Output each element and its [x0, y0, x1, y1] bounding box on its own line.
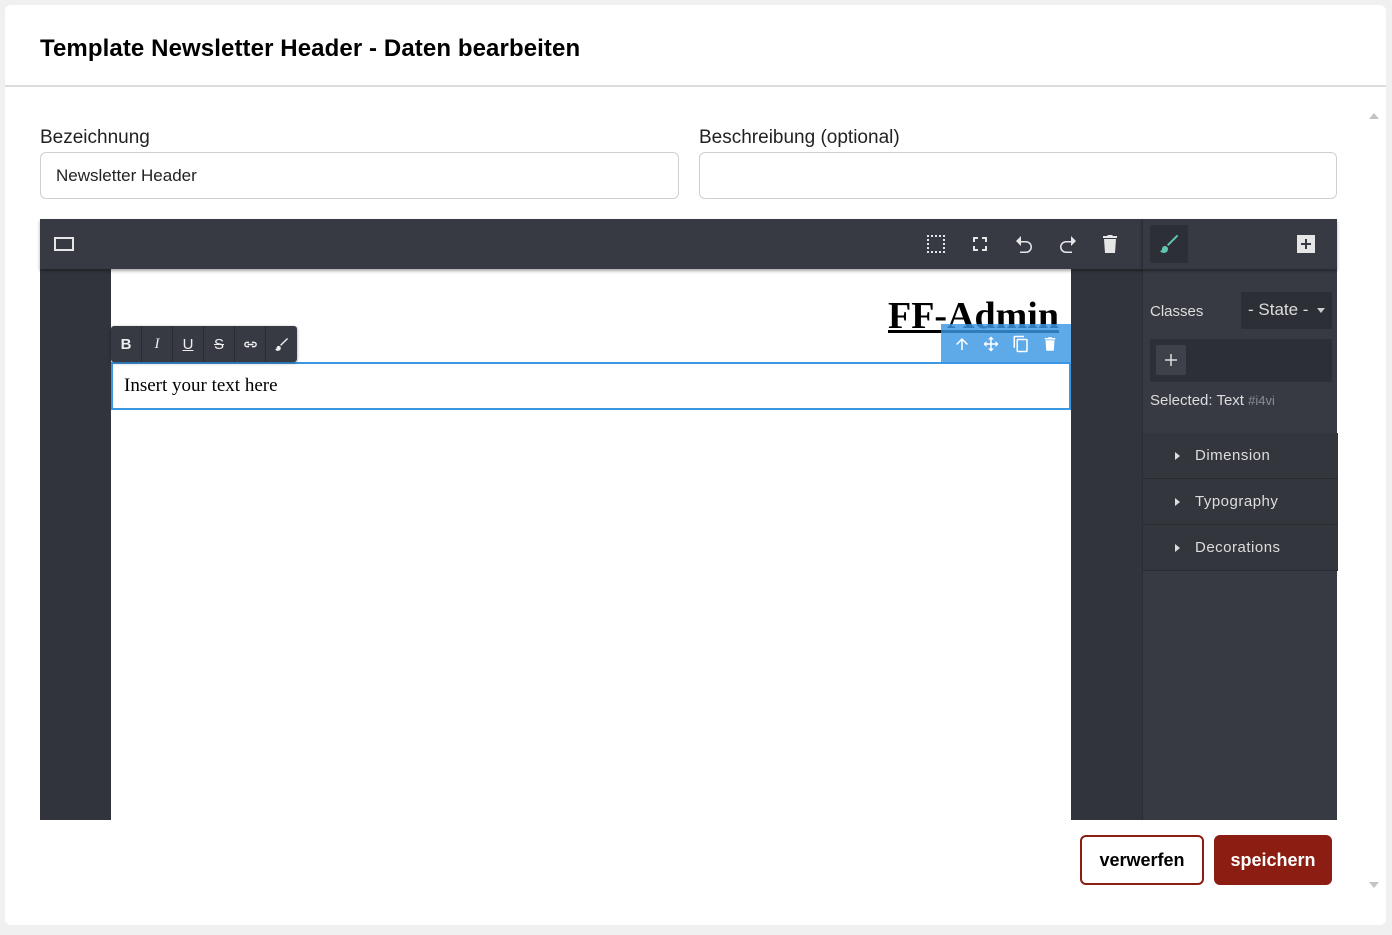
redo-icon[interactable]	[1054, 230, 1082, 258]
sector-typography[interactable]: Typography	[1143, 479, 1338, 525]
style-sectors: Dimension Typography Decorations	[1143, 433, 1338, 571]
component-outline-icon[interactable]	[922, 230, 950, 258]
state-value: - State -	[1248, 300, 1309, 319]
link-button[interactable]	[235, 326, 266, 362]
bold-button[interactable]: B	[111, 326, 142, 362]
link-icon	[243, 341, 257, 347]
blocks-add-icon[interactable]	[1293, 231, 1319, 257]
scroll-up-arrow[interactable]	[1369, 113, 1379, 119]
italic-button[interactable]: I	[142, 326, 173, 362]
modal-header: Template Newsletter Header - Daten bearb…	[5, 5, 1386, 87]
device-desktop-icon[interactable]	[50, 230, 78, 258]
page-builder-editor: FF-Admin B I U S Insert your text here C…	[40, 219, 1338, 820]
clone-icon[interactable]	[1010, 332, 1032, 356]
wrap-style-button[interactable]	[266, 326, 297, 362]
state-select[interactable]: - State -	[1241, 292, 1332, 329]
modal-title: Template Newsletter Header - Daten bearb…	[40, 35, 581, 62]
style-manager-panel: Classes - State - Selected: Text #i4vi D…	[1142, 269, 1338, 820]
selected-component-name: Text	[1216, 392, 1244, 409]
caret-down-icon	[1317, 308, 1325, 313]
sector-dimension[interactable]: Dimension	[1143, 433, 1338, 479]
description-input[interactable]	[699, 152, 1337, 199]
canvas-frame: FF-Admin B I U S Insert your text here	[111, 269, 1071, 820]
delete-component-icon[interactable]	[1039, 332, 1061, 356]
move-icon[interactable]	[980, 332, 1002, 356]
caret-right-icon	[1175, 451, 1180, 460]
strikethrough-button[interactable]: S	[204, 326, 235, 362]
underline-button[interactable]: U	[173, 326, 204, 362]
editor-toolbar	[40, 219, 1142, 269]
caret-right-icon	[1175, 543, 1180, 552]
caret-right-icon	[1175, 497, 1180, 506]
undo-icon[interactable]	[1010, 230, 1038, 258]
sector-label: Typography	[1195, 493, 1279, 510]
sector-label: Decorations	[1195, 539, 1281, 556]
sector-label: Dimension	[1195, 447, 1271, 464]
name-label: Bezeichnung	[40, 127, 150, 148]
panel-switcher	[1142, 219, 1337, 269]
trash-icon[interactable]	[1096, 230, 1124, 258]
save-button[interactable]: speichern	[1214, 835, 1332, 885]
name-input[interactable]	[40, 152, 679, 199]
fullscreen-icon[interactable]	[966, 230, 994, 258]
editor-canvas: FF-Admin B I U S Insert your text here	[40, 269, 1142, 820]
style-manager-brush-icon[interactable]	[1150, 225, 1188, 263]
discard-button[interactable]: verwerfen	[1080, 835, 1204, 885]
class-tags-field	[1150, 339, 1332, 382]
scroll-down-arrow[interactable]	[1369, 882, 1379, 888]
add-class-plus-icon[interactable]	[1156, 345, 1186, 375]
selected-text-block[interactable]: Insert your text here	[111, 362, 1071, 410]
selected-component-info: Selected: Text #i4vi	[1150, 392, 1275, 409]
selector-manager: Classes - State - Selected: Text #i4vi	[1143, 269, 1337, 409]
component-toolbar	[941, 324, 1071, 363]
rich-text-toolbar: B I U S	[111, 326, 297, 362]
brush-icon	[275, 337, 288, 351]
selected-label: Selected:	[1150, 392, 1213, 409]
selected-component-id: #i4vi	[1248, 393, 1275, 408]
select-parent-arrow-up-icon[interactable]	[951, 332, 973, 356]
classes-label: Classes	[1150, 303, 1204, 320]
sector-decorations[interactable]: Decorations	[1143, 525, 1338, 571]
description-label: Beschreibung (optional)	[699, 127, 900, 148]
